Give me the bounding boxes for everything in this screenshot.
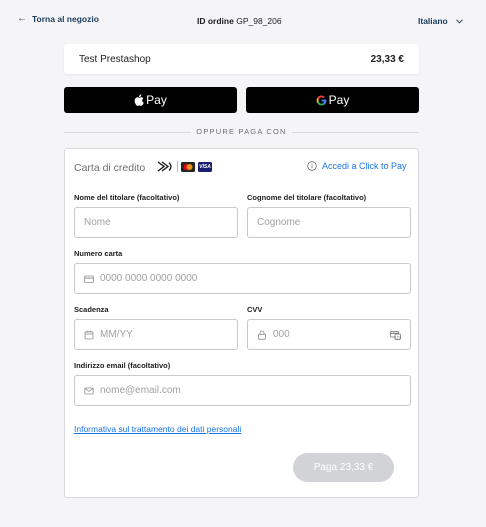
cvv-field[interactable]: 000 123 [247, 319, 411, 350]
expiry-field[interactable]: MM/YY [74, 319, 238, 350]
click-to-pay-label: Accedi a Click to Pay [322, 161, 407, 171]
calendar-icon [84, 330, 94, 339]
google-logo-icon [316, 95, 327, 105]
order-id: ID ordine GP_98_206 [197, 16, 282, 26]
credit-card-panel: Carta di credito VISA Accedi a Click to … [64, 148, 419, 498]
arrow-left-icon: ← [17, 13, 27, 24]
apple-pay-button[interactable]: Pay [64, 87, 237, 113]
first-name-field[interactable]: Nome [74, 207, 238, 238]
click-to-pay-icon [157, 161, 174, 172]
lock-icon [258, 330, 266, 340]
last-name-label: Cognome del titolare (facoltativo) [247, 193, 367, 202]
expiry-placeholder: MM/YY [100, 329, 133, 340]
divider-text: OPPURE PAGA CON [196, 127, 287, 136]
credit-card-icon [84, 275, 94, 283]
back-to-shop-link[interactable]: ← Torna al negozio [17, 13, 99, 25]
language-label: Italiano [418, 16, 448, 26]
cvv-label: CVV [247, 305, 263, 314]
card-icons-separator [177, 161, 178, 172]
top-bar: ← Torna al negozio ID ordine GP_98_206 I… [0, 0, 486, 40]
svg-text:123: 123 [394, 334, 401, 339]
email-field[interactable]: nome@email.com [74, 375, 411, 406]
order-id-value: GP_98_206 [236, 16, 282, 26]
card-number-label: Numero carta [74, 249, 123, 258]
privacy-policy-link[interactable]: Informativa sul trattamento dei dati per… [74, 424, 241, 434]
google-pay-button[interactable]: Pay [246, 87, 419, 113]
card-brand-icons: VISA [157, 161, 212, 172]
last-name-field[interactable]: Cognome [247, 207, 411, 238]
order-summary: Test Prestashop 23,33 € [64, 44, 419, 74]
card-number-field[interactable]: 0000 0000 0000 0000 [74, 263, 411, 294]
email-label: Indirizzo email (facoltativo) [74, 361, 171, 370]
card-number-placeholder: 0000 0000 0000 0000 [100, 273, 198, 284]
info-icon [307, 161, 317, 171]
order-amount: 23,33 € [370, 53, 404, 65]
language-selector[interactable]: Italiano [418, 16, 463, 26]
first-name-placeholder: Nome [84, 217, 111, 228]
order-id-label: ID ordine [197, 16, 234, 26]
mail-icon [84, 387, 94, 394]
apple-logo-icon [134, 94, 144, 106]
or-pay-with-divider: OPPURE PAGA CON [64, 127, 419, 137]
apple-pay-label: Pay [146, 93, 167, 107]
credit-card-title: Carta di credito [74, 162, 146, 174]
cvv-help-icon[interactable]: 123 [390, 329, 401, 340]
back-to-shop-label: Torna al negozio [32, 14, 99, 24]
last-name-placeholder: Cognome [257, 217, 301, 228]
google-pay-label: Pay [328, 93, 350, 107]
expiry-label: Scadenza [74, 305, 109, 314]
pay-button[interactable]: Paga 23,33 € [293, 453, 394, 482]
mastercard-icon [181, 161, 195, 172]
chevron-down-icon [455, 18, 463, 24]
shop-name: Test Prestashop [79, 53, 151, 65]
first-name-label: Nome del titolare (facoltativo) [74, 193, 180, 202]
visa-icon: VISA [198, 161, 212, 172]
cvv-placeholder: 000 [273, 329, 290, 340]
email-placeholder: nome@email.com [100, 385, 181, 396]
click-to-pay-link[interactable]: Accedi a Click to Pay [307, 161, 407, 171]
